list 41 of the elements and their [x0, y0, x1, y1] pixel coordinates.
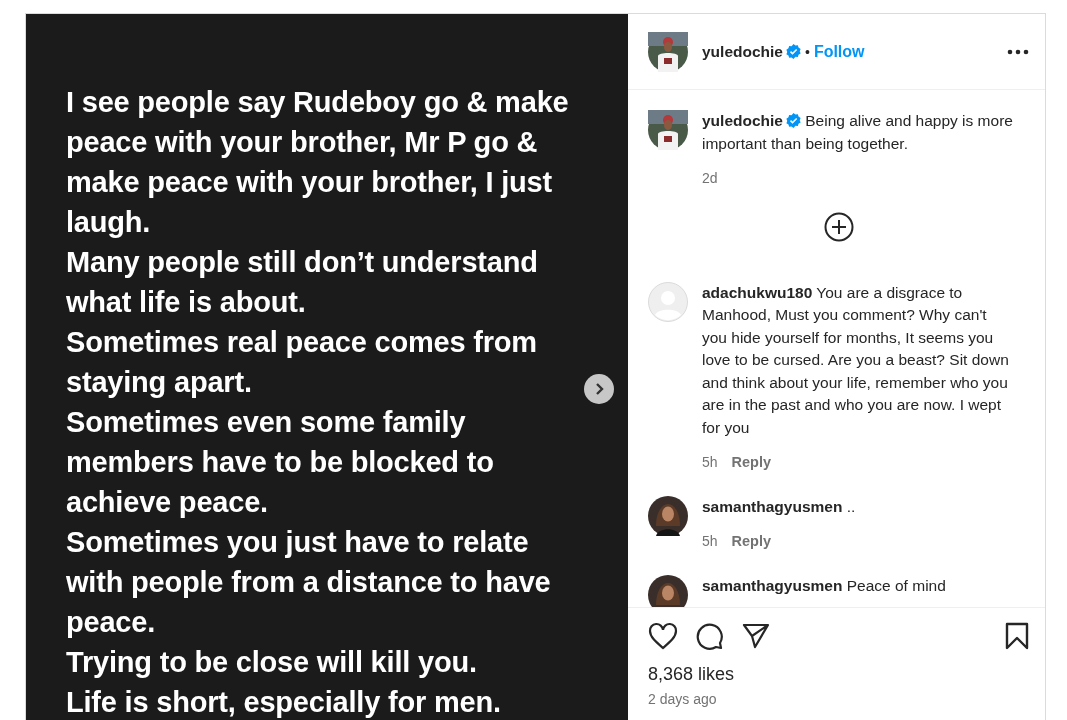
share-button[interactable] [742, 622, 770, 650]
username[interactable]: yuledochie [702, 42, 783, 61]
likes-count[interactable]: 8,368 likes [648, 664, 1029, 685]
more-button[interactable] [1007, 48, 1029, 55]
comment-text: samanthagyusmen Peace of mind [702, 575, 947, 596]
heart-icon [648, 622, 678, 650]
chevron-right-icon [593, 382, 605, 396]
post-text: Life is short, especially for men. [66, 685, 502, 720]
username[interactable]: samanthagyusmen [702, 576, 843, 594]
next-button[interactable] [584, 374, 614, 404]
post-text: Sometimes even some family members have to be blocked to achieve peace. [66, 405, 495, 520]
avatar[interactable] [648, 110, 688, 150]
separator-dot: • [804, 43, 810, 60]
save-button[interactable] [1005, 622, 1029, 650]
comment-button[interactable] [696, 622, 724, 650]
post-text: Many people still don’t understand what life is about. [66, 245, 539, 320]
post-date: 2 days ago [648, 691, 718, 707]
avatar[interactable] [648, 495, 688, 536]
speech-bubble-icon [696, 622, 724, 650]
post-text: Trying to be close will kill you. [66, 645, 478, 680]
username[interactable]: samanthagyusmen [702, 497, 843, 515]
reply-button[interactable]: Reply [731, 451, 772, 474]
reply-button[interactable]: Reply [731, 530, 772, 553]
timestamp: 5h [702, 532, 718, 551]
bookmark-icon [1005, 622, 1029, 650]
timestamp: 5h [702, 453, 718, 472]
post-text: Sometimes you just have to relate with people from a distance to have peace. [66, 525, 552, 640]
timestamp: 2d [702, 169, 718, 188]
avatar[interactable] [648, 31, 688, 72]
comment-text: samanthagyusmen .. [702, 496, 857, 517]
post-text: Sometimes real peace comes from staying apart. [66, 325, 538, 400]
add-circle-icon[interactable] [823, 211, 854, 242]
caption-text: yuledochie Being alive and happy is more important than being together. [702, 111, 1014, 154]
more-icon [1007, 48, 1029, 55]
username[interactable]: adachukwu180 [702, 283, 813, 301]
comment-text: adachukwu180 You are a disgrace to Manhood, Must you comment? Why can't you hide yourself for months, It seems you love to be cursed. Are you a beast? Sit down and think about your life, remember who you are in the past and who you are now. I wept for you [702, 282, 1010, 438]
like-button[interactable] [648, 622, 678, 650]
avatar[interactable] [648, 574, 688, 607]
username[interactable]: yuledochie [702, 112, 783, 129]
paper-plane-icon [742, 622, 770, 650]
post-text: I see people say Rudeboy go & make peace with your brother, Mr P go & make peace with your brother, I just laugh. [66, 85, 570, 240]
